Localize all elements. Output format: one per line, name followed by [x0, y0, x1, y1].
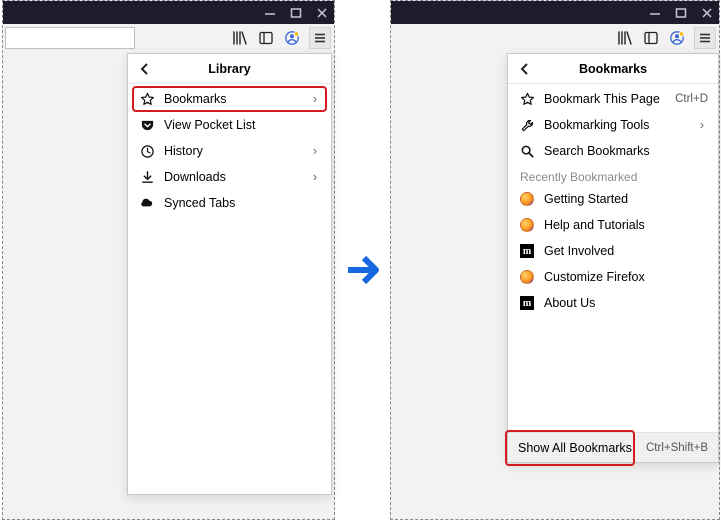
recent-item-label: Getting Started [544, 192, 708, 206]
menu-item-bookmarking-tools[interactable]: Bookmarking Tools › [508, 112, 718, 138]
menu-item-history[interactable]: History › [128, 138, 331, 164]
sync-icon [138, 194, 156, 212]
recent-item-label: Help and Tutorials [544, 218, 708, 232]
arrow-right-icon [346, 250, 386, 290]
menu-item-pocket[interactable]: View Pocket List [128, 112, 331, 138]
search-icon [518, 142, 536, 160]
download-icon [138, 168, 156, 186]
close-icon[interactable] [701, 7, 713, 19]
menu-item-label: Bookmarking Tools [544, 118, 696, 132]
chevron-right-icon: › [696, 118, 708, 132]
maximize-icon[interactable] [675, 7, 687, 19]
wrench-icon [518, 116, 536, 134]
recent-item[interactable]: m Get Involved [508, 238, 718, 264]
titlebar [391, 1, 719, 24]
library-icon[interactable] [616, 29, 634, 47]
recent-item[interactable]: Customize Firefox [508, 264, 718, 290]
star-icon [518, 90, 536, 108]
sidebar-icon[interactable] [642, 29, 660, 47]
sidebar-icon[interactable] [257, 29, 275, 47]
recent-item[interactable]: m About Us [508, 290, 718, 316]
panel-title: Library [208, 62, 250, 76]
menu-item-bookmarks[interactable]: Bookmarks › [128, 86, 331, 112]
menu-item-bookmark-page[interactable]: Bookmark This Page Ctrl+D [508, 86, 718, 112]
menu-item-show-all-bookmarks[interactable]: Show All Bookmarks Ctrl+Shift+B [508, 432, 718, 462]
panel-header: Bookmarks [508, 54, 718, 84]
minimize-icon[interactable] [264, 7, 276, 19]
minimize-icon[interactable] [649, 7, 661, 19]
browser-window-left: Library Bookmarks › View Pocket List His… [2, 0, 335, 520]
browser-window-right: Bookmarks Bookmark This Page Ctrl+D Book… [390, 0, 720, 520]
menu-item-shortcut: Ctrl+D [675, 93, 708, 105]
menu-item-synced-tabs[interactable]: Synced Tabs [128, 190, 331, 216]
firefox-icon [518, 268, 536, 286]
recent-item-label: About Us [544, 296, 708, 310]
maximize-icon[interactable] [290, 7, 302, 19]
menu-item-label: Synced Tabs [164, 196, 321, 210]
menu-item-label: Search Bookmarks [544, 144, 708, 158]
menu-item-label: Bookmarks [164, 92, 309, 106]
firefox-icon [518, 190, 536, 208]
library-icon[interactable] [231, 29, 249, 47]
pocket-icon [138, 116, 156, 134]
menu-item-downloads[interactable]: Downloads › [128, 164, 331, 190]
recent-item-label: Get Involved [544, 244, 708, 258]
menu-item-label: Bookmark This Page [544, 92, 669, 106]
footer-label: Show All Bookmarks [518, 441, 646, 455]
menu-list: Bookmarks › View Pocket List History › D… [128, 84, 331, 218]
bookmarks-panel: Bookmarks Bookmark This Page Ctrl+D Book… [507, 53, 719, 463]
clock-icon [138, 142, 156, 160]
toolbar [391, 24, 719, 52]
panel-title: Bookmarks [579, 62, 647, 76]
star-icon [138, 90, 156, 108]
menu-item-label: View Pocket List [164, 118, 321, 132]
account-icon[interactable] [668, 29, 686, 47]
titlebar [3, 1, 334, 24]
back-button[interactable] [136, 60, 154, 78]
mozilla-icon: m [518, 242, 536, 260]
firefox-icon [518, 216, 536, 234]
menu-list: Bookmark This Page Ctrl+D Bookmarking To… [508, 84, 718, 318]
menu-button[interactable] [694, 27, 716, 49]
menu-item-label: Downloads [164, 170, 309, 184]
recent-item[interactable]: Help and Tutorials [508, 212, 718, 238]
library-panel: Library Bookmarks › View Pocket List His… [127, 53, 332, 495]
recent-label: Recently Bookmarked [508, 164, 718, 186]
menu-item-label: History [164, 144, 309, 158]
recent-item[interactable]: Getting Started [508, 186, 718, 212]
chevron-right-icon: › [309, 92, 321, 106]
account-icon[interactable] [283, 29, 301, 47]
panel-header: Library [128, 54, 331, 84]
chevron-right-icon: › [309, 144, 321, 158]
recent-item-label: Customize Firefox [544, 270, 708, 284]
footer-shortcut: Ctrl+Shift+B [646, 442, 708, 454]
back-button[interactable] [516, 60, 534, 78]
chevron-right-icon: › [309, 170, 321, 184]
toolbar [3, 24, 334, 52]
menu-button[interactable] [309, 27, 331, 49]
url-input[interactable] [5, 27, 135, 49]
mozilla-icon: m [518, 294, 536, 312]
menu-item-search-bookmarks[interactable]: Search Bookmarks [508, 138, 718, 164]
close-icon[interactable] [316, 7, 328, 19]
